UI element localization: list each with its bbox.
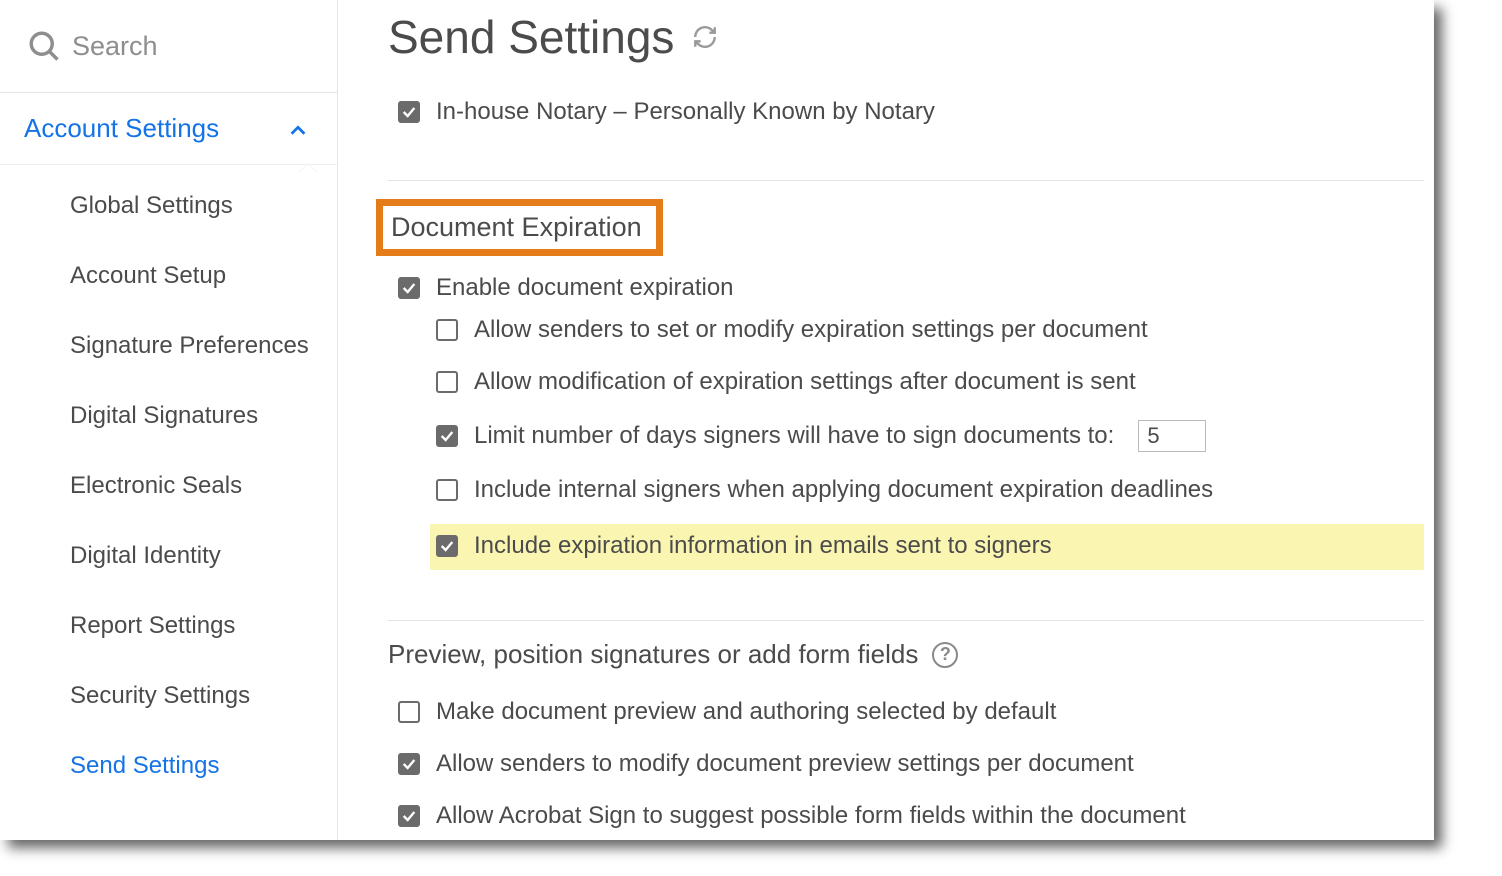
refresh-icon[interactable] (692, 24, 718, 50)
option-label: Allow senders to set or modify expiratio… (474, 316, 1148, 344)
sidebar-item-security-settings[interactable]: Security Settings (0, 661, 337, 731)
preview-options: Make document preview and authoring sele… (388, 694, 1424, 834)
option-in-house-notary: In-house Notary – Personally Known by No… (388, 94, 1424, 130)
sidebar-item-send-settings[interactable]: Send Settings (0, 731, 337, 801)
sidebar: Account Settings Global Settings Account… (0, 0, 338, 840)
sidebar-item-label: Digital Identity (70, 542, 221, 569)
section-preview: Preview, position signatures or add form… (388, 639, 1424, 834)
option-suggest-form-fields: Allow Acrobat Sign to suggest possible f… (388, 798, 1424, 834)
checkbox[interactable] (398, 805, 420, 827)
sidebar-section-account-settings[interactable]: Account Settings (0, 93, 337, 165)
section-heading-label: Preview, position signatures or add form… (388, 639, 918, 670)
search-icon (26, 28, 62, 64)
option-label: Include internal signers when applying d… (474, 476, 1213, 504)
checkbox[interactable] (398, 101, 420, 123)
checkbox[interactable] (436, 425, 458, 447)
checkbox[interactable] (398, 753, 420, 775)
checkbox[interactable] (436, 319, 458, 341)
sidebar-item-label: Digital Signatures (70, 402, 258, 429)
option-label: Make document preview and authoring sele… (436, 698, 1056, 726)
checkbox[interactable] (436, 479, 458, 501)
main-content: Send Settings In-house Notary – Personal… (338, 0, 1434, 840)
limit-days-input[interactable] (1138, 420, 1206, 452)
section-heading-preview: Preview, position signatures or add form… (388, 639, 1424, 670)
sidebar-item-label: Electronic Seals (70, 472, 242, 499)
sidebar-section-label: Account Settings (24, 113, 219, 144)
option-label: Allow modification of expiration setting… (474, 368, 1136, 396)
option-label: Limit number of days signers will have t… (474, 422, 1114, 450)
option-enable-doc-expiration: Enable document expiration (388, 270, 1424, 306)
sidebar-item-report-settings[interactable]: Report Settings (0, 591, 337, 661)
search-row[interactable] (0, 0, 337, 93)
sidebar-item-label: Account Setup (70, 262, 226, 289)
sidebar-item-digital-signatures[interactable]: Digital Signatures (0, 381, 337, 451)
option-limit-days: Limit number of days signers will have t… (436, 416, 1424, 456)
option-include-expiration-email: Include expiration information in emails… (430, 524, 1424, 570)
sidebar-item-label: Send Settings (70, 752, 219, 779)
section-heading-document-expiration: Document Expiration (376, 199, 663, 256)
sidebar-item-signature-preferences[interactable]: Signature Preferences (0, 311, 337, 381)
app-window: Account Settings Global Settings Account… (0, 0, 1434, 840)
checkbox[interactable] (398, 277, 420, 299)
option-preview-default: Make document preview and authoring sele… (388, 694, 1424, 730)
option-allow-modification-after-send: Allow modification of expiration setting… (436, 364, 1424, 400)
sidebar-item-label: Report Settings (70, 612, 235, 639)
option-label: Allow senders to modify document preview… (436, 750, 1134, 778)
sidebar-item-label: Global Settings (70, 192, 233, 219)
option-label: Include expiration information in emails… (474, 532, 1052, 560)
sidebar-item-account-setup[interactable]: Account Setup (0, 241, 337, 311)
sidebar-item-global-settings[interactable]: Global Settings (0, 171, 337, 241)
checkbox[interactable] (436, 371, 458, 393)
page-title-row: Send Settings (388, 0, 1434, 94)
doc-expiration-suboptions: Allow senders to set or modify expiratio… (388, 312, 1424, 570)
divider (388, 180, 1424, 181)
sidebar-item-digital-identity[interactable]: Digital Identity (0, 521, 337, 591)
divider (388, 620, 1424, 621)
option-label: Enable document expiration (436, 274, 734, 302)
help-icon[interactable]: ? (932, 642, 958, 668)
search-input[interactable] (72, 31, 317, 62)
chevron-up-icon (287, 118, 309, 140)
option-label: In-house Notary – Personally Known by No… (436, 98, 935, 126)
option-allow-modify-preview: Allow senders to modify document preview… (388, 746, 1424, 782)
sidebar-item-label: Signature Preferences (70, 332, 309, 359)
sidebar-item-label: Security Settings (70, 682, 250, 709)
section-document-expiration: Document Expiration Enable document expi… (388, 199, 1424, 570)
checkbox[interactable] (436, 535, 458, 557)
page-title: Send Settings (388, 10, 674, 64)
option-label: Allow Acrobat Sign to suggest possible f… (436, 802, 1186, 830)
option-allow-senders-set: Allow senders to set or modify expiratio… (436, 312, 1424, 348)
sidebar-nav: Global Settings Account Setup Signature … (0, 165, 337, 801)
option-include-internal-signers: Include internal signers when applying d… (436, 472, 1424, 508)
checkbox[interactable] (398, 701, 420, 723)
sidebar-item-electronic-seals[interactable]: Electronic Seals (0, 451, 337, 521)
settings-content: In-house Notary – Personally Known by No… (388, 94, 1434, 840)
